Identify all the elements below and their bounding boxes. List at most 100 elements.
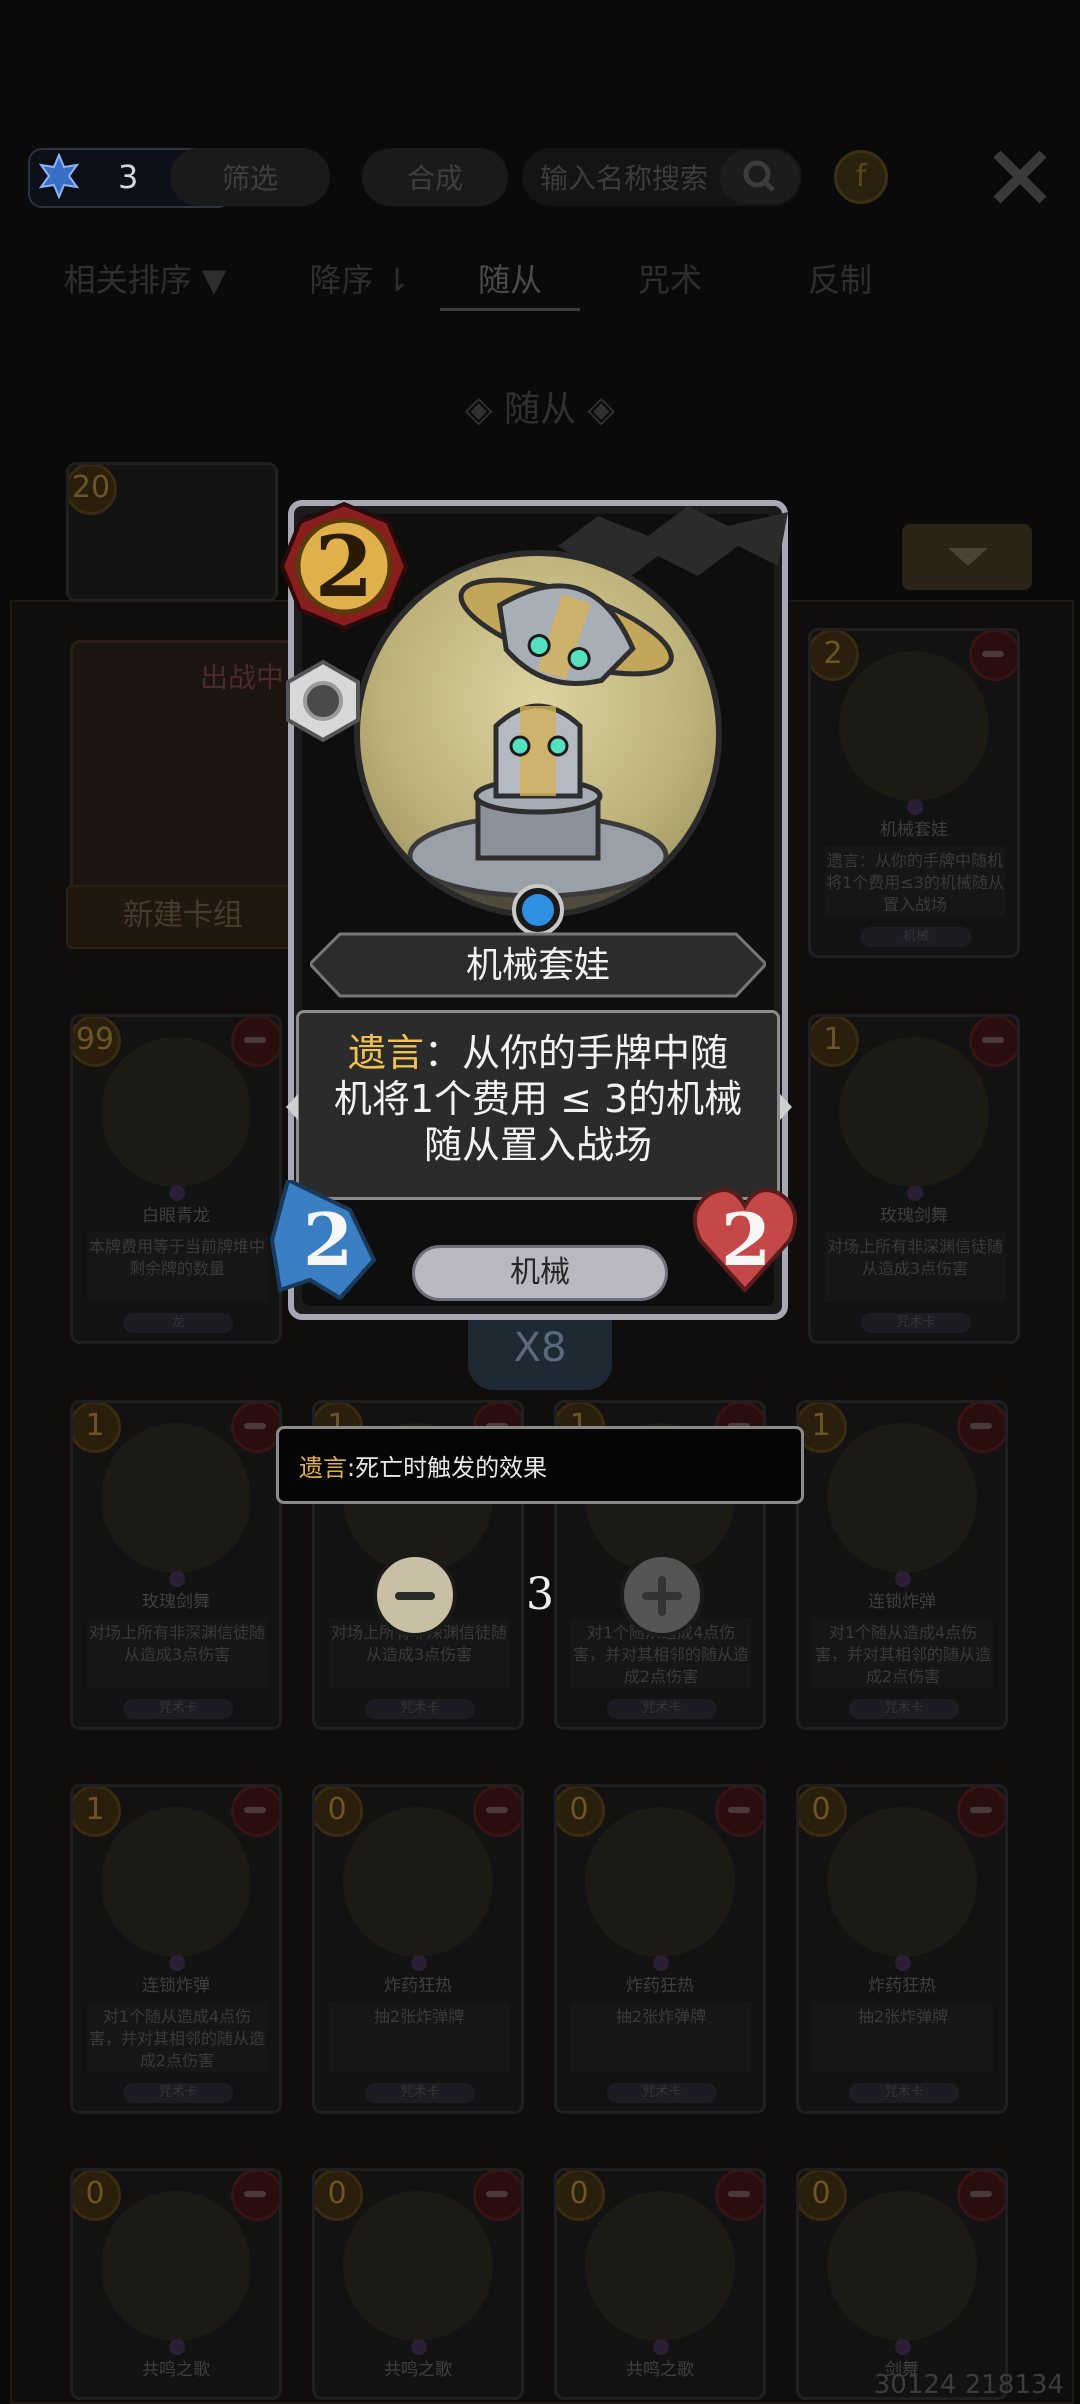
tab-minions[interactable]: 随从 [440, 248, 580, 311]
card-name: 炸药狂热 [626, 1976, 694, 1996]
player-id: 30124 218134 [873, 2370, 1064, 2400]
tab-spells[interactable]: 咒术 [600, 248, 740, 308]
remove-card-button[interactable] [715, 2171, 763, 2221]
card-cost: 0 [799, 2171, 847, 2221]
card-name: 玫瑰剑舞 [142, 1592, 210, 1612]
collection-card[interactable]: 1 玫瑰剑舞 对场上所有非深渊信徒随从造成3点伤害 咒术卡 [808, 1014, 1020, 1344]
tooltip-keyword: 遗言 [299, 1453, 347, 1482]
deck-active-badge: 出战中 [200, 661, 285, 694]
desc-keyword: 遗言 [347, 1031, 424, 1075]
card-type: 咒术卡 [607, 2083, 717, 2103]
card-name: 机械套娃 [465, 945, 610, 986]
increase-button[interactable] [620, 1553, 704, 1637]
card-desc: 对场上所有非深渊信徒随从造成3点伤害 [825, 1232, 1005, 1302]
collection-card[interactable]: 0 共鸣之歌 [312, 2168, 524, 2400]
card-cost: 2 [811, 631, 859, 681]
collection-card[interactable]: 1 玫瑰剑舞 对场上所有非深渊信徒随从造成3点伤害 咒术卡 [70, 1400, 282, 1730]
card-type: 龙 [123, 1313, 233, 1333]
card-type: 咒术卡 [123, 2083, 233, 2103]
card-desc: 抽2张炸弹牌 [813, 2002, 993, 2072]
collection-card[interactable]: 99 白眼青龙 本牌费用等于当前牌堆中剩余牌的数量 龙 [70, 1014, 282, 1344]
card-name: 连锁炸弹 [868, 1592, 936, 1612]
card-name: 玫瑰剑舞 [880, 1206, 948, 1226]
collection-card[interactable]: 2 机械套娃 遗言：从你的手牌中随机将1个费用≤3的机械随从置入战场 机械 [808, 628, 1020, 958]
card-cost: 0 [315, 2171, 363, 2221]
card-type: 咒术卡 [123, 1699, 233, 1719]
card-type: 咒术卡 [849, 1699, 959, 1719]
remove-card-button[interactable] [231, 1403, 279, 1453]
card-type: 咒术卡 [849, 2083, 959, 2103]
card-name: 共鸣之歌 [142, 2360, 210, 2380]
chevron-right-icon [780, 1094, 792, 1120]
card-desc: 对1个随从造成4点伤害，并对其相邻的随从造成2点伤害 [813, 1618, 993, 1688]
card-desc: 抽2张炸弹牌 [571, 2002, 751, 2072]
new-deck-button[interactable]: 新建卡组 [66, 885, 300, 949]
card-desc: 抽2张炸弹牌 [329, 2002, 509, 2072]
remove-card-button[interactable] [231, 1017, 279, 1067]
card-desc: 本牌费用等于当前牌堆中剩余牌的数量 [87, 1232, 267, 1302]
craft-button[interactable]: 合成 [362, 148, 508, 206]
collection-card[interactable]: 20 [66, 462, 278, 602]
gem-count: 3 [118, 158, 139, 196]
desc-line3: 随从置入战场 [423, 1123, 652, 1167]
card-type: 咒术卡 [607, 1699, 717, 1719]
tab-counters[interactable]: 反制 [770, 248, 910, 308]
collection-card[interactable]: 0 炸药狂热 抽2张炸弹牌 咒术卡 [796, 1784, 1008, 2114]
card-desc: 遗言：从你的手牌中随机将1个费用≤3的机械随从置入战场 [825, 846, 1005, 916]
collection-card[interactable]: 0 共鸣之歌 [70, 2168, 282, 2400]
card-name: 机械套娃 [880, 820, 948, 840]
collection-card[interactable]: 0 炸药狂热 抽2张炸弹牌 咒术卡 [554, 1784, 766, 2114]
card-name: 共鸣之歌 [384, 2360, 452, 2380]
coin-icon[interactable]: f [834, 150, 888, 204]
card-name: 炸药狂热 [384, 1976, 452, 1996]
search-button[interactable] [720, 150, 800, 204]
decrease-button[interactable] [373, 1553, 457, 1637]
chevron-left-icon [286, 1094, 298, 1120]
desc-line2: 机将1个费用 ≤ 3的机械 [333, 1077, 743, 1121]
collection-card[interactable]: 0 共鸣之歌 [554, 2168, 766, 2400]
tooltip-text: :死亡时触发的效果 [347, 1453, 548, 1482]
remove-card-button[interactable] [231, 2171, 279, 2221]
quantity-value: 3 [526, 1569, 554, 1620]
card-cost: 20 [69, 465, 117, 515]
collection-card[interactable]: 0 剑舞 [796, 2168, 1008, 2400]
remove-card-button[interactable] [957, 1787, 1005, 1837]
remove-card-button[interactable] [969, 1017, 1017, 1067]
remove-card-button[interactable] [231, 1787, 279, 1837]
collection-card[interactable]: 1 连锁炸弹 对1个随从造成4点伤害，并对其相邻的随从造成2点伤害 咒术卡 [70, 1784, 282, 2114]
remove-card-button[interactable] [969, 631, 1017, 681]
card-cost-value: 2 [314, 517, 374, 616]
close-button[interactable] [985, 142, 1055, 212]
remove-card-button[interactable] [957, 2171, 1005, 2221]
gem-icon [38, 153, 80, 199]
remove-card-button[interactable] [957, 1403, 1005, 1453]
dropdown-button[interactable] [902, 524, 1032, 590]
card-cost: 0 [557, 1787, 605, 1837]
card-type: 咒术卡 [365, 2083, 475, 2103]
remove-card-button[interactable] [473, 2171, 521, 2221]
attack-value: 2 [302, 1197, 354, 1282]
filter-button[interactable]: 筛选 [170, 148, 330, 206]
card-cost: 1 [811, 1017, 859, 1067]
card-detail: 2 机械套娃 遗言：从你的手牌中随 机将1个费用 ≤ 3的机械 随从置入战场 2… [270, 500, 798, 1320]
card-desc: 对1个随从造成4点伤害，并对其相邻的随从造成2点伤害 [87, 2002, 267, 2072]
card-name: 白眼青龙 [142, 1206, 210, 1226]
card-cost: 0 [315, 1787, 363, 1837]
card-description: 遗言：从你的手牌中随 机将1个费用 ≤ 3的机械 随从置入战场 [314, 1030, 762, 1168]
collection-card[interactable]: 1 连锁炸弹 对1个随从造成4点伤害，并对其相邻的随从造成2点伤害 咒术卡 [796, 1400, 1008, 1730]
card-type: 咒术卡 [365, 1699, 475, 1719]
search-icon [743, 160, 775, 192]
mech-bolt-icon [286, 659, 360, 743]
tab-sort-relevance[interactable]: 相关排序 ▼ [40, 248, 250, 308]
card-cost: 0 [73, 2171, 121, 2221]
remove-card-button[interactable] [473, 1787, 521, 1837]
collection-card[interactable]: 0 炸药狂热 抽2张炸弹牌 咒术卡 [312, 1784, 524, 2114]
tab-sort-desc[interactable]: 降序 ⇂ [290, 248, 430, 308]
robot-portrait-icon [388, 577, 688, 912]
card-tribe: 机械 [412, 1245, 668, 1301]
card-type: 咒术卡 [861, 1313, 971, 1333]
remove-card-button[interactable] [715, 1787, 763, 1837]
card-cost: 1 [73, 1403, 121, 1453]
card-name: 炸药狂热 [868, 1976, 936, 1996]
card-cost: 99 [73, 1017, 121, 1067]
